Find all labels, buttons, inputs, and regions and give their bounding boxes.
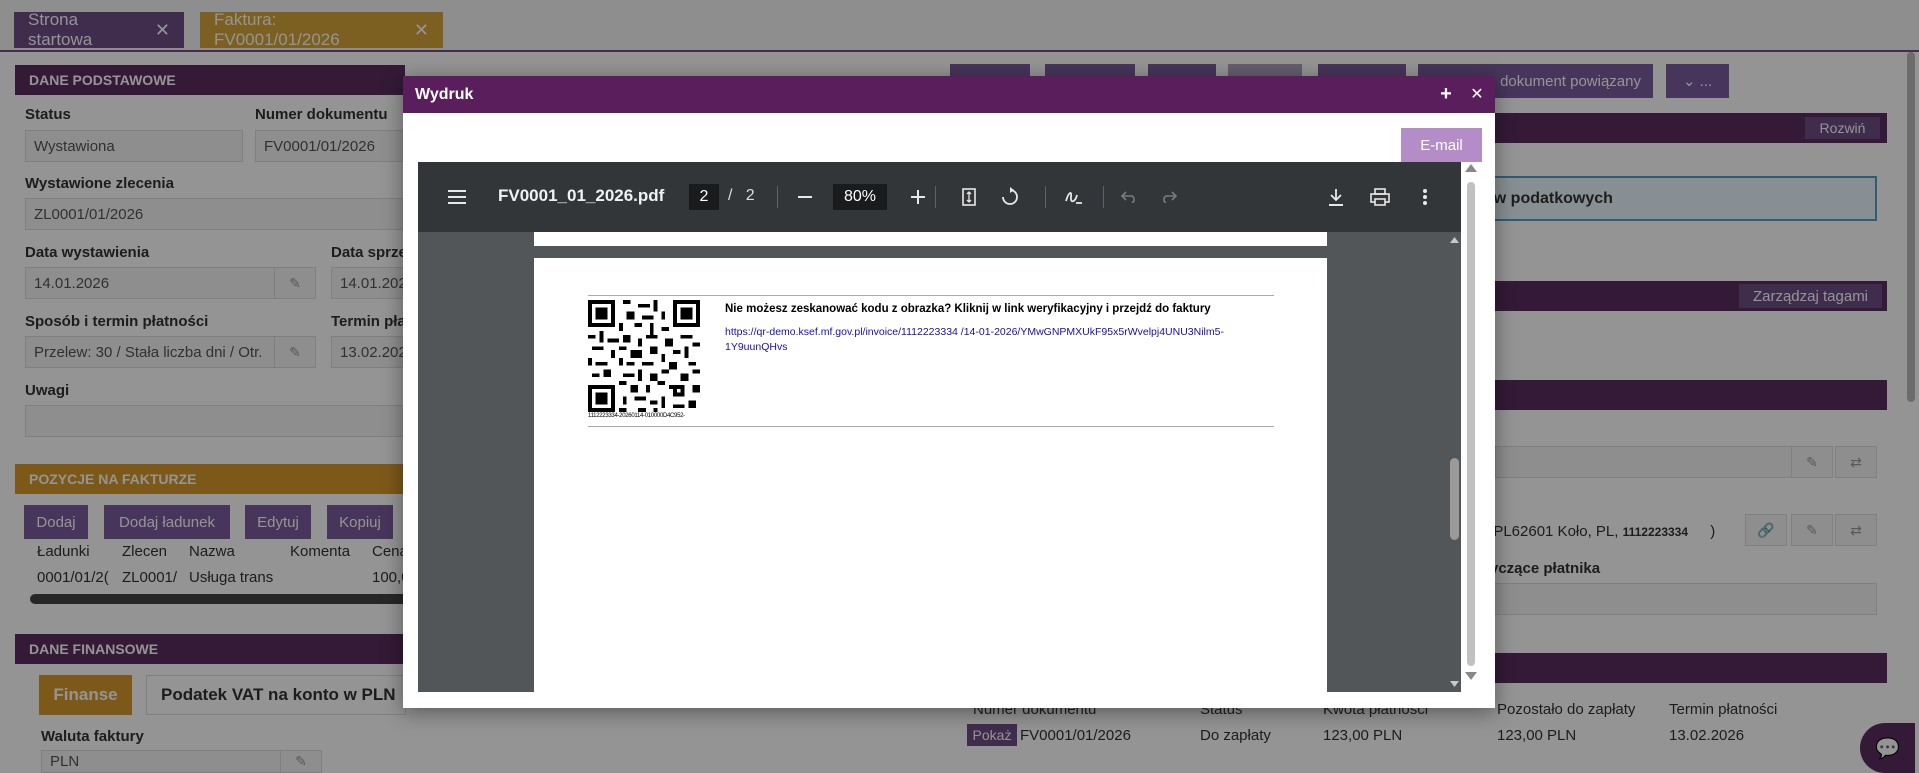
pdf-viewer: FV0001_01_2026.pdf 2 / 2 80% 1112223334-… xyxy=(418,162,1462,692)
print-icon[interactable] xyxy=(1367,184,1393,210)
maximize-icon[interactable]: + xyxy=(1434,82,1458,106)
separator xyxy=(777,186,778,208)
pdf-page-2: 1112223334-20260114-010000D4C952- Nie mo… xyxy=(534,258,1327,692)
separator xyxy=(1045,186,1046,208)
print-dialog: Wydruk + ✕ E-mail FV0001_01_2026.pdf 2 /… xyxy=(403,76,1495,708)
pdf-scrollbar[interactable] xyxy=(1447,232,1462,692)
pdf-toolbar: FV0001_01_2026.pdf 2 / 2 80% xyxy=(418,162,1462,232)
dialog-header: Wydruk + ✕ xyxy=(403,76,1495,113)
more-vert-icon[interactable] xyxy=(1412,184,1438,210)
undo-icon[interactable] xyxy=(1116,184,1142,210)
plus-icon[interactable] xyxy=(905,184,931,210)
zoom-input[interactable]: 80% xyxy=(833,184,887,210)
close-icon[interactable]: ✕ xyxy=(1465,82,1489,106)
separator xyxy=(1103,186,1104,208)
page-count: / 2 xyxy=(728,187,755,204)
divider xyxy=(588,295,1274,296)
email-button[interactable]: E-mail xyxy=(1401,128,1482,162)
qr-code-image xyxy=(588,300,700,412)
outer-scrollbar[interactable] xyxy=(1461,162,1481,692)
menu-icon[interactable] xyxy=(444,184,470,210)
fit-page-icon[interactable] xyxy=(956,184,982,210)
minus-icon[interactable] xyxy=(792,184,818,210)
qr-caption: 1112223334-20260114-010000D4C952- xyxy=(588,413,685,419)
redo-icon[interactable] xyxy=(1156,184,1182,210)
dialog-title: Wydruk xyxy=(415,85,474,103)
download-icon[interactable] xyxy=(1323,184,1349,210)
draw-icon[interactable] xyxy=(1061,184,1087,210)
page-number-input[interactable]: 2 xyxy=(689,184,719,210)
verification-link[interactable]: https://qr-demo.ksef.mf.gov.pl/invoice/1… xyxy=(725,325,1275,355)
separator xyxy=(935,186,936,208)
scrollbar-thumb[interactable] xyxy=(1467,182,1475,666)
divider xyxy=(588,426,1274,427)
pdf-heading: Nie możesz zeskanować kodu z obrazka? Kl… xyxy=(725,303,1211,315)
pdf-page-1 xyxy=(534,232,1327,246)
scrollbar-thumb[interactable] xyxy=(1450,458,1459,540)
rotate-icon[interactable] xyxy=(997,184,1023,210)
pdf-filename: FV0001_01_2026.pdf xyxy=(498,186,665,205)
